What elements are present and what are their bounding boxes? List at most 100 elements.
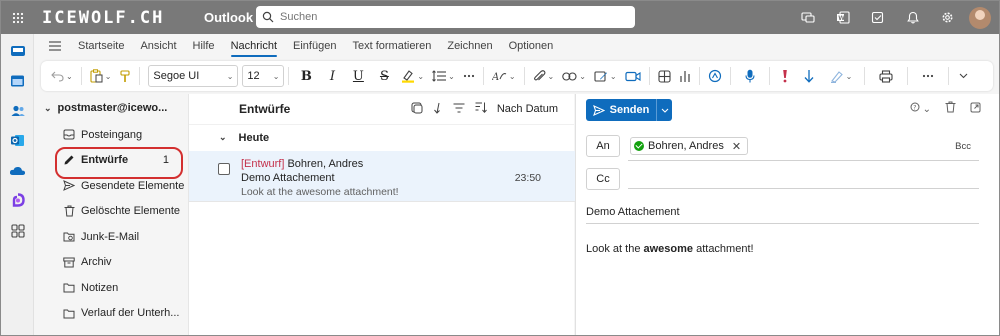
sort-icon[interactable] <box>475 102 487 116</box>
strikethrough-icon[interactable]: S <box>371 64 397 88</box>
message-body[interactable]: Look at the awesome attachment! <box>586 243 754 255</box>
send-button[interactable]: Senden <box>586 99 656 121</box>
jump-to-icon[interactable] <box>433 102 443 117</box>
discard-trash-icon[interactable] <box>945 101 956 116</box>
folder-item-archiv[interactable]: Archiv <box>34 250 187 276</box>
high-importance-icon[interactable] <box>774 64 796 88</box>
link-icon[interactable]: ⌄ <box>558 64 590 88</box>
mail-app-icon[interactable] <box>1 37 34 64</box>
message-checkbox[interactable] <box>218 163 230 175</box>
search-icon <box>262 11 274 23</box>
cc-button[interactable]: Cc <box>586 168 620 190</box>
loop-app-icon[interactable] <box>1 187 34 214</box>
chevron-down-icon: ⌄ <box>44 102 52 113</box>
bcc-button[interactable]: Bcc <box>955 141 971 152</box>
teams-chat-icon[interactable] <box>790 1 825 34</box>
more-options-icon[interactable] <box>912 64 944 88</box>
attach-icon[interactable]: ⌄ <box>529 64 559 88</box>
send-icon <box>592 104 605 116</box>
message-row[interactable]: [Entwurf] Bohren, Andres Demo Attachemen… <box>189 151 575 202</box>
signature-icon[interactable]: ⌄ <box>590 64 621 88</box>
calendar-app-icon[interactable] <box>1 67 34 94</box>
message-list: Entwürfe Nach Datum ⌄ Heute [Entwurf] Bo… <box>188 94 575 335</box>
message-sender-line: [Entwurf] Bohren, Andres <box>241 158 363 170</box>
filter-icon[interactable] <box>453 103 465 116</box>
group-header-today[interactable]: ⌄ Heute <box>189 124 574 150</box>
tab-hilfe[interactable]: Hilfe <box>185 34 223 58</box>
draft-tag: [Entwurf] <box>241 158 285 170</box>
message-subject: Demo Attachement <box>241 172 335 184</box>
folder-item-verlauf[interactable]: Verlauf der Unterh... <box>34 301 187 327</box>
outlook-app-icon[interactable] <box>1 127 34 154</box>
format-painter-icon[interactable] <box>115 64 135 88</box>
app-launcher-icon[interactable] <box>1 1 34 34</box>
tab-nachricht[interactable]: Nachricht <box>223 34 285 58</box>
highlight-icon[interactable]: ⌄ <box>397 64 428 88</box>
folder-label: Gesendete Elemente <box>81 179 185 192</box>
tab-ansicht[interactable]: Ansicht <box>132 34 184 58</box>
todo-icon[interactable] <box>860 1 895 34</box>
settings-gear-icon[interactable] <box>930 1 965 34</box>
remove-recipient-close-icon[interactable]: ✕ <box>732 140 741 153</box>
word-app-icon[interactable]: W <box>825 1 860 34</box>
folder-label: Gelöschte Elemente <box>81 205 181 218</box>
brand-logo[interactable]: ICEWOLF.CH <box>42 8 192 28</box>
bell-icon[interactable] <box>895 1 930 34</box>
subject-field[interactable]: Demo Attachement <box>586 206 680 218</box>
archive-icon <box>62 257 76 268</box>
tab-zeichnen[interactable]: Zeichnen <box>439 34 500 58</box>
ribbon-menu-icon[interactable] <box>40 34 70 58</box>
sensitivity-icon[interactable]: ⌄ <box>822 64 861 88</box>
send-options-dropdown[interactable] <box>656 99 672 121</box>
paste-icon[interactable]: ⌄ <box>86 64 116 88</box>
to-button[interactable]: An <box>586 135 620 157</box>
folder-title: Entwürfe <box>239 102 291 116</box>
dictate-icon[interactable] <box>735 64 765 88</box>
more-apps-icon[interactable] <box>1 217 34 244</box>
video-icon[interactable] <box>621 64 645 88</box>
recipient-name: Bohren, Andres <box>648 140 724 152</box>
line-spacing-icon[interactable]: ⌄ <box>428 64 459 88</box>
sort-by-label[interactable]: Nach Datum <box>497 103 558 115</box>
apps-grid-icon[interactable] <box>654 64 675 88</box>
user-avatar[interactable] <box>969 6 991 29</box>
print-icon[interactable] <box>869 64 903 88</box>
styles-icon[interactable]: A ⌄ <box>488 64 520 88</box>
app-name[interactable]: Outlook <box>204 10 256 25</box>
bold-icon[interactable]: B <box>293 64 319 88</box>
tab-text-formatieren[interactable]: Text formatieren <box>344 34 439 58</box>
underline-icon[interactable]: U <box>345 64 371 88</box>
send-icon <box>62 180 76 192</box>
cc-field-underline[interactable] <box>628 188 979 189</box>
people-app-icon[interactable] <box>1 97 34 124</box>
poll-chart-icon[interactable] <box>675 64 695 88</box>
tab-einfuegen[interactable]: Einfügen <box>285 34 344 58</box>
select-icon[interactable] <box>411 102 423 117</box>
recipient-pill[interactable]: Bohren, Andres ✕ <box>630 137 749 155</box>
ribbon: Startseite Ansicht Hilfe Nachricht Einfü… <box>34 34 999 94</box>
tab-startseite[interactable]: Startseite <box>70 34 132 58</box>
onedrive-app-icon[interactable] <box>1 157 34 184</box>
italic-icon[interactable]: I <box>319 64 345 88</box>
tab-optionen[interactable]: Optionen <box>501 34 562 58</box>
header-actions: W <box>790 1 991 34</box>
folder-item-posteingang[interactable]: Posteingang <box>34 122 187 148</box>
font-size-select[interactable]: 12 ⌄ <box>242 65 285 87</box>
folder-item-junk-e-mail[interactable]: Junk-E-Mail <box>34 224 187 250</box>
folder-item-notizen[interactable]: Notizen <box>34 275 187 301</box>
chevron-down-icon[interactable] <box>953 64 974 88</box>
pop-out-icon[interactable] <box>970 102 981 116</box>
folder-label: Verlauf der Unterh... <box>81 307 180 320</box>
more-formatting-icon[interactable] <box>459 64 479 88</box>
message-time: 23:50 <box>514 172 541 184</box>
message-sender: Bohren, Andres <box>287 158 364 170</box>
search-input[interactable] <box>280 11 620 23</box>
low-importance-icon[interactable] <box>796 64 822 88</box>
copilot-icon[interactable] <box>704 64 726 88</box>
font-name-select[interactable]: Segoe UI ⌄ <box>148 65 239 87</box>
undo-icon[interactable]: ⌄ <box>47 64 77 88</box>
search-box[interactable] <box>256 6 635 28</box>
sensitivity-info-icon[interactable]: ? ⌄ <box>910 102 931 115</box>
account-header[interactable]: ⌄ postmaster@icewo... <box>34 94 187 122</box>
folder-item-geloeschte-elemente[interactable]: Gelöschte Elemente <box>34 199 187 225</box>
